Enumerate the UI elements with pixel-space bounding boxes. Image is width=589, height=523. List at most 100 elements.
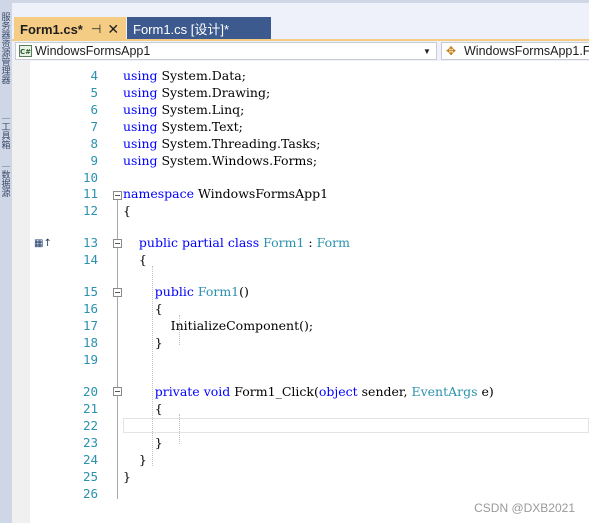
- code-text: using System.Windows.Forms;: [123, 152, 317, 169]
- code-line[interactable]: 11 namespace WindowsFormsApp1: [12, 185, 589, 202]
- line-number: 19: [82, 352, 98, 367]
- server-explorer-tab[interactable]: 服务器资源管理器: [0, 14, 12, 86]
- code-token: System.Data;: [157, 68, 246, 83]
- code-token: System.Windows.Forms;: [157, 153, 318, 168]
- code-text: using System.Text;: [123, 118, 243, 135]
- code-text: private void Form1_Click(object sender, …: [123, 383, 494, 400]
- code-line[interactable]: 4 using System.Data;: [12, 67, 589, 84]
- code-line[interactable]: 20 private void Form1_Click(object sende…: [12, 383, 589, 400]
- code-token: using: [123, 85, 158, 100]
- code-token: e): [477, 384, 494, 399]
- project-dropdown[interactable]: C# WindowsFormsApp1 ▼: [15, 42, 437, 60]
- code-line[interactable]: 14 {: [12, 251, 589, 268]
- class-icon: ✥: [446, 44, 457, 58]
- code-line[interactable]: 26: [12, 485, 589, 502]
- data-sources-tab[interactable]: 数据源: [0, 172, 12, 199]
- code-text: using System.Threading.Tasks;: [123, 135, 320, 152]
- code-token: System.Threading.Tasks;: [157, 136, 321, 151]
- side-panel-strip: 服务器资源管理器 工具箱 数据源: [0, 0, 12, 523]
- line-number: 4: [90, 68, 98, 83]
- code-line[interactable]: 21 {: [12, 400, 589, 417]
- code-line[interactable]: 8 using System.Threading.Tasks;: [12, 135, 589, 152]
- code-line[interactable]: 19: [12, 351, 589, 368]
- line-number: 24: [82, 452, 98, 467]
- code-line[interactable]: 24 }: [12, 451, 589, 468]
- code-line[interactable]: 12 {: [12, 202, 589, 219]
- side-panel-separator: [2, 118, 10, 119]
- code-text: }: [123, 468, 131, 485]
- code-line[interactable]: 18 }: [12, 334, 589, 351]
- code-token: using: [123, 102, 158, 117]
- code-token: {: [123, 401, 163, 416]
- close-icon[interactable]: ✕: [107, 21, 119, 38]
- code-line[interactable]: 7 using System.Text;: [12, 118, 589, 135]
- line-number: 12: [82, 203, 98, 218]
- code-token: partial: [181, 235, 224, 250]
- code-token: using: [123, 119, 158, 134]
- code-line[interactable]: 6 using System.Linq;: [12, 101, 589, 118]
- code-line[interactable]: 9 using System.Windows.Forms;: [12, 152, 589, 169]
- code-token: }: [123, 335, 163, 350]
- navigation-bar: C# WindowsFormsApp1 ▼ ✥ WindowsFormsApp1…: [12, 41, 589, 61]
- code-line[interactable]: 13 public partial class Form1 : Form: [12, 234, 589, 251]
- code-text: InitializeComponent();: [123, 317, 313, 334]
- code-token: Form1: [263, 235, 305, 250]
- code-line[interactable]: 22: [12, 417, 589, 434]
- code-text: {: [123, 400, 163, 417]
- code-line[interactable]: 25}: [12, 468, 589, 485]
- dropdown-arrow-icon[interactable]: ▼: [420, 43, 434, 59]
- code-line[interactable]: 10: [12, 169, 589, 186]
- line-number: 25: [82, 469, 98, 484]
- code-token: EventArgs: [411, 384, 478, 399]
- code-token: namespace: [123, 186, 195, 201]
- code-token: {: [123, 203, 131, 218]
- project-dropdown-value: WindowsFormsApp1: [35, 44, 151, 58]
- side-panel-separator: [2, 166, 10, 167]
- line-number: 9: [90, 153, 98, 168]
- line-number: 16: [82, 301, 98, 316]
- code-token: System.Linq;: [157, 102, 245, 117]
- code-line[interactable]: 15 public Form1(): [12, 283, 589, 300]
- code-text: }: [123, 434, 163, 451]
- code-token: private: [154, 384, 200, 399]
- code-token: class: [227, 235, 260, 250]
- line-number: 13: [82, 235, 98, 250]
- code-token: using: [123, 136, 158, 151]
- code-line[interactable]: 5 using System.Drawing;: [12, 84, 589, 101]
- code-text: }: [123, 451, 147, 468]
- tab-form1-code[interactable]: Form1.cs* ⊣ ✕: [14, 17, 126, 39]
- code-token: WindowsFormsApp1: [194, 186, 329, 201]
- code-token: }: [123, 435, 163, 450]
- line-number: 5: [90, 85, 98, 100]
- code-token: object: [318, 384, 358, 399]
- code-token: :: [304, 235, 317, 250]
- code-token: public: [138, 235, 178, 250]
- code-line[interactable]: 17 InitializeComponent();: [12, 317, 589, 334]
- code-line[interactable]: 16 {: [12, 300, 589, 317]
- code-token: (): [239, 284, 249, 299]
- line-number: 7: [90, 119, 98, 134]
- tab-form1-designer[interactable]: Form1.cs [设计]*: [127, 17, 271, 39]
- class-dropdown[interactable]: ✥ WindowsFormsApp1.Fo: [441, 42, 589, 60]
- pin-icon[interactable]: ⊣: [91, 22, 101, 36]
- code-token: Form: [316, 235, 350, 250]
- code-token: {: [123, 301, 163, 316]
- code-editor[interactable]: ▦↑ 4 using System.Data; 5 using System.Draw…: [12, 61, 589, 523]
- code-line[interactable]: 23 }: [12, 434, 589, 451]
- line-number: 10: [82, 170, 98, 185]
- csharp-project-icon: C#: [19, 45, 32, 57]
- code-token: Form1_Click(: [230, 384, 319, 399]
- watermark: CSDN @DXB2021: [474, 501, 575, 515]
- toolbox-tab[interactable]: 工具箱: [0, 124, 12, 151]
- code-token: InitializeComponent();: [123, 318, 314, 333]
- code-token: sender,: [357, 384, 412, 399]
- code-token: using: [123, 68, 158, 83]
- line-number: 26: [82, 486, 98, 501]
- code-token: }: [123, 469, 131, 484]
- line-number: 14: [82, 252, 98, 267]
- code-token: {: [123, 252, 147, 267]
- code-text: {: [123, 251, 147, 268]
